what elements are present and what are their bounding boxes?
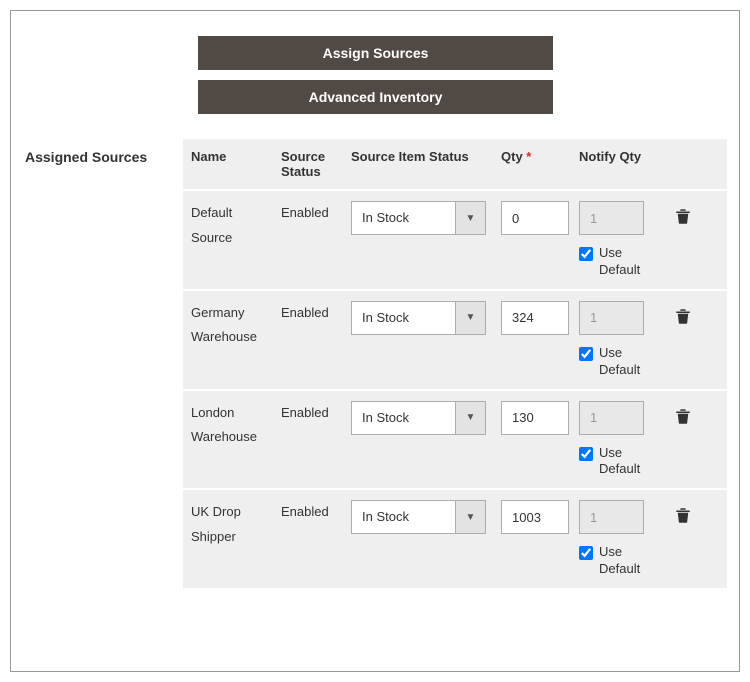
source-status-cell: Enabled [281, 401, 351, 426]
assigned-sources-section: Assigned Sources Name Source Status Sour… [23, 139, 727, 588]
source-name-cell: Default Source [191, 201, 281, 250]
top-buttons: Assign Sources Advanced Inventory [198, 36, 727, 114]
use-default-label-row: Use Default [579, 445, 663, 479]
trash-icon [674, 506, 692, 524]
trash-icon [674, 207, 692, 225]
source-status-cell: Enabled [281, 201, 351, 226]
notify-qty-cell: Use Default [579, 301, 669, 379]
notify-qty-cell: Use Default [579, 201, 669, 279]
delete-row-button[interactable] [674, 500, 692, 527]
use-default-checkbox[interactable] [579, 546, 593, 560]
delete-cell [669, 500, 697, 529]
table-row: Default Source Enabled In Stock ▼ Use De… [183, 189, 727, 289]
use-default-checkbox[interactable] [579, 447, 593, 461]
delete-row-button[interactable] [674, 301, 692, 328]
delete-row-button[interactable] [674, 401, 692, 428]
use-default-checkbox[interactable] [579, 347, 593, 361]
source-item-status-cell: In Stock ▼ [351, 500, 501, 534]
use-default-label-row: Use Default [579, 544, 663, 578]
source-item-status-select[interactable]: In Stock ▼ [351, 500, 486, 534]
source-item-status-cell: In Stock ▼ [351, 401, 501, 435]
use-default-text: Use Default [599, 445, 654, 479]
qty-input[interactable] [501, 201, 569, 235]
source-item-status-select[interactable]: In Stock ▼ [351, 301, 486, 335]
inventory-sources-panel: Assign Sources Advanced Inventory Assign… [10, 10, 740, 672]
header-name: Name [191, 149, 281, 164]
use-default-text: Use Default [599, 345, 654, 379]
source-name-cell: UK Drop Shipper [191, 500, 281, 549]
required-asterisk: * [526, 149, 531, 164]
notify-qty-cell: Use Default [579, 500, 669, 578]
header-notify-qty: Notify Qty [579, 149, 669, 164]
delete-row-button[interactable] [674, 201, 692, 228]
chevron-down-icon: ▼ [455, 302, 485, 334]
qty-cell [501, 401, 579, 435]
table-row: Germany Warehouse Enabled In Stock ▼ Use… [183, 289, 727, 389]
source-name-cell: London Warehouse [191, 401, 281, 450]
qty-cell [501, 500, 579, 534]
select-value: In Stock [352, 302, 455, 334]
trash-icon [674, 307, 692, 325]
table-row: London Warehouse Enabled In Stock ▼ Use … [183, 389, 727, 489]
header-qty: Qty * [501, 149, 579, 164]
select-value: In Stock [352, 501, 455, 533]
select-value: In Stock [352, 202, 455, 234]
delete-cell [669, 401, 697, 430]
notify-qty-input [579, 301, 644, 335]
source-item-status-select[interactable]: In Stock ▼ [351, 401, 486, 435]
table-row: UK Drop Shipper Enabled In Stock ▼ Use D… [183, 488, 727, 588]
qty-input[interactable] [501, 301, 569, 335]
advanced-inventory-button[interactable]: Advanced Inventory [198, 80, 553, 114]
delete-cell [669, 301, 697, 330]
source-name-cell: Germany Warehouse [191, 301, 281, 350]
section-label: Assigned Sources [23, 139, 183, 165]
header-source-item-status: Source Item Status [351, 149, 501, 164]
qty-cell [501, 201, 579, 235]
use-default-text: Use Default [599, 245, 654, 279]
notify-qty-input [579, 201, 644, 235]
qty-cell [501, 301, 579, 335]
chevron-down-icon: ▼ [455, 202, 485, 234]
notify-qty-input [579, 500, 644, 534]
use-default-text: Use Default [599, 544, 654, 578]
select-value: In Stock [352, 402, 455, 434]
chevron-down-icon: ▼ [455, 501, 485, 533]
source-status-cell: Enabled [281, 301, 351, 326]
delete-cell [669, 201, 697, 230]
use-default-label-row: Use Default [579, 245, 663, 279]
assign-sources-button[interactable]: Assign Sources [198, 36, 553, 70]
trash-icon [674, 407, 692, 425]
notify-qty-cell: Use Default [579, 401, 669, 479]
source-item-status-cell: In Stock ▼ [351, 201, 501, 235]
qty-input[interactable] [501, 500, 569, 534]
use-default-label-row: Use Default [579, 345, 663, 379]
notify-qty-input [579, 401, 644, 435]
source-status-cell: Enabled [281, 500, 351, 525]
source-item-status-cell: In Stock ▼ [351, 301, 501, 335]
header-source-status: Source Status [281, 149, 351, 179]
source-item-status-select[interactable]: In Stock ▼ [351, 201, 486, 235]
qty-input[interactable] [501, 401, 569, 435]
grid-header-row: Name Source Status Source Item Status Qt… [183, 139, 727, 189]
chevron-down-icon: ▼ [455, 402, 485, 434]
use-default-checkbox[interactable] [579, 247, 593, 261]
sources-grid: Name Source Status Source Item Status Qt… [183, 139, 727, 588]
